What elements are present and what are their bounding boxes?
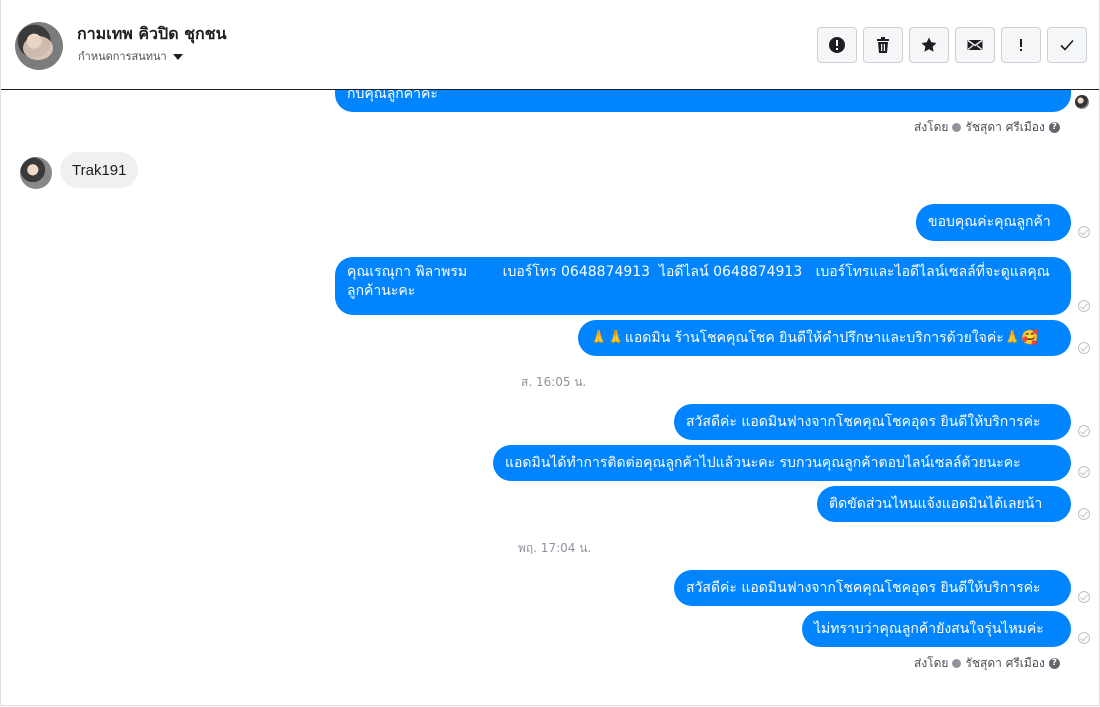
conversation-panel: กามเทพ คิวปิด ชุกชน กำหนดการสนทนา กับคุณ…: [0, 0, 1100, 706]
sent-by-prefix: ส่งโดย: [914, 656, 949, 670]
mark-unread-button[interactable]: [955, 27, 995, 63]
delivered-check-icon: [1078, 466, 1090, 478]
sent-by-prefix: ส่งโดย: [914, 120, 949, 134]
alert-circle-icon: [829, 37, 845, 53]
info-icon[interactable]: ?: [1048, 658, 1060, 669]
important-button[interactable]: [1001, 27, 1041, 63]
message-text: ขอบคุณค่ะคุณลูกค้า: [928, 214, 1051, 230]
message-bubble-outgoing[interactable]: แอดมินได้ทำการติดต่อคุณลูกค้าไปแล้วนะคะ …: [493, 445, 1071, 481]
message-bubble-outgoing[interactable]: ติดขัดส่วนไหนแจ้งแอดมินได้เลยน้า: [817, 486, 1071, 522]
status-dot-icon: [952, 123, 962, 132]
delivered-check-icon: [1078, 425, 1090, 437]
message-list[interactable]: กับคุณลูกค้าค่ะ ส่งโดย รัชสุดา ศรีเมือง …: [1, 72, 1099, 705]
exclamation-icon: [1020, 39, 1022, 51]
envelope-icon: [967, 39, 983, 50]
conversation-settings-label: กำหนดการสนทนา: [78, 50, 167, 63]
seen-avatar: [1075, 95, 1089, 109]
message-text: สวัสดีค่ะ แอดมินฟางจากโชคคุณโชคอุดร ยินด…: [686, 413, 1041, 430]
sender-avatar[interactable]: [20, 157, 52, 189]
delivered-check-icon: [1078, 591, 1090, 603]
message-text: Trak191: [72, 161, 127, 179]
checkmark-icon: [1060, 39, 1074, 51]
delivered-check-icon: [1078, 300, 1090, 312]
message-text: 🙏🙏แอดมิน ร้านโชคคุณโชค ยินดีให้คำปรึกษาแ…: [590, 329, 1039, 346]
message-bubble-outgoing[interactable]: สวัสดีค่ะ แอดมินฟางจากโชคคุณโชคอุดร ยินด…: [674, 404, 1071, 440]
spam-report-button[interactable]: [817, 27, 857, 63]
mark-done-button[interactable]: [1047, 27, 1087, 63]
message-bubble-outgoing[interactable]: สวัสดีค่ะ แอดมินฟางจากโชคคุณโชคอุดร ยินด…: [674, 570, 1071, 606]
trash-icon: [877, 37, 889, 53]
info-icon[interactable]: ?: [1048, 122, 1060, 133]
contact-name[interactable]: กามเทพ คิวปิด ชุกชน: [77, 22, 227, 47]
message-bubble-outgoing[interactable]: ขอบคุณค่ะคุณลูกค้า: [916, 204, 1071, 241]
timestamp-divider: พฤ. 17:04 น.: [518, 541, 592, 555]
sent-by-name[interactable]: รัชสุดา ศรีเมือง: [965, 118, 1044, 137]
delivered-check-icon: [1078, 508, 1090, 520]
star-icon: [921, 37, 937, 52]
sent-by-name[interactable]: รัชสุดา ศรีเมือง: [965, 654, 1044, 673]
star-button[interactable]: [909, 27, 949, 63]
message-text: สวัสดีค่ะ แอดมินฟางจากโชคคุณโชคอุดร ยินด…: [686, 579, 1041, 596]
delivered-check-icon: [1078, 632, 1090, 644]
delete-button[interactable]: [863, 27, 903, 63]
conversation-settings-dropdown[interactable]: กำหนดการสนทนา: [78, 47, 183, 65]
composer-divider: [20, 705, 1080, 706]
message-bubble-outgoing[interactable]: ไม่ทราบว่าคุณลูกค้ายังสนใจรุ่นไหมค่ะ: [802, 611, 1071, 647]
status-dot-icon: [952, 659, 962, 668]
caret-down-icon: [172, 54, 183, 60]
header-actions: [817, 27, 1087, 63]
message-bubble-outgoing[interactable]: คุณเรณุกา พิลาพรม เบอร์โทร 0648874913 ไอ…: [335, 257, 1071, 315]
message-text: ไม่ทราบว่าคุณลูกค้ายังสนใจรุ่นไหมค่ะ: [814, 620, 1044, 637]
conversation-header: กามเทพ คิวปิด ชุกชน กำหนดการสนทนา: [1, 0, 1099, 90]
contact-avatar[interactable]: [15, 22, 63, 70]
message-bubble-incoming[interactable]: Trak191: [60, 152, 139, 188]
delivered-check-icon: [1078, 226, 1090, 238]
message-bubble-outgoing[interactable]: 🙏🙏แอดมิน ร้านโชคคุณโชค ยินดีให้คำปรึกษาแ…: [578, 320, 1071, 356]
sent-by-label: ส่งโดย รัชสุดา ศรีเมือง ?: [914, 654, 1060, 673]
message-text: แอดมินได้ทำการติดต่อคุณลูกค้าไปแล้วนะคะ …: [505, 454, 1021, 471]
message-text: ติดขัดส่วนไหนแจ้งแอดมินได้เลยน้า: [829, 495, 1043, 512]
sent-by-label: ส่งโดย รัชสุดา ศรีเมือง ?: [914, 118, 1060, 137]
timestamp-divider: ส. 16:05 น.: [521, 375, 587, 389]
delivered-check-icon: [1078, 342, 1090, 354]
message-text: คุณเรณุกา พิลาพรม เบอร์โทร 0648874913 ไอ…: [347, 264, 1050, 299]
